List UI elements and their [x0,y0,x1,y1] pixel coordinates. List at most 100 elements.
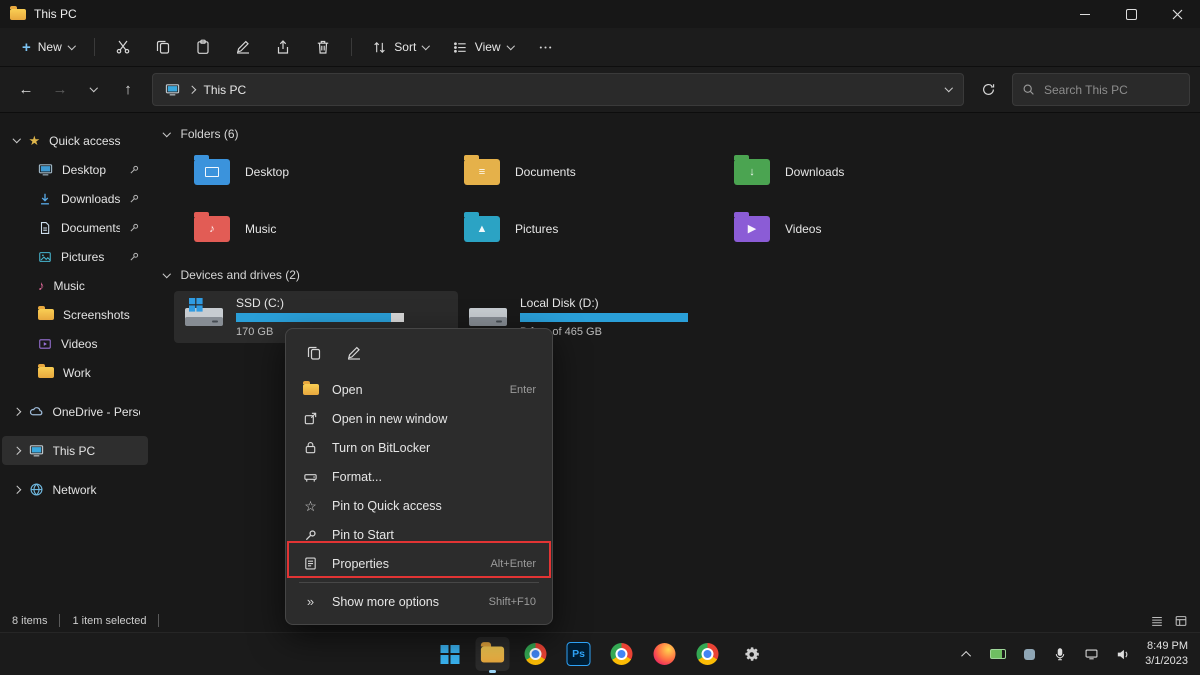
sidebar-item-quick-access[interactable]: ★ Quick access [2,126,148,155]
details-view-toggle-icon[interactable] [1174,614,1188,628]
folder-music[interactable]: ♪ Music [188,207,440,251]
sidebar-item-this-pc[interactable]: This PC [2,436,148,465]
folders-section-header[interactable]: Folders (6) [164,122,1200,146]
taskbar-browser-1[interactable] [519,637,553,671]
sidebar-item-label: This PC [53,444,141,458]
address-dropdown-icon[interactable] [944,84,952,92]
sidebar-item-onedrive[interactable]: OneDrive - Personal [2,397,148,426]
refresh-button[interactable] [972,75,1004,105]
search-icon [1022,83,1035,96]
breadcrumb[interactable]: This PC [204,83,247,97]
start-button[interactable] [433,637,467,671]
delete-button[interactable] [305,32,341,62]
address-bar[interactable]: This PC [152,73,964,106]
copy-quick-button[interactable] [298,339,330,367]
share-button[interactable] [265,32,301,62]
selection-count: 1 item selected [72,615,146,627]
copy-button[interactable] [145,32,181,62]
menu-item-bitlocker[interactable]: Turn on BitLocker [292,433,546,462]
pin-icon [129,164,140,175]
taskbar-browser-2[interactable] [605,637,639,671]
copy-icon [306,345,322,361]
folder-icon [38,309,54,320]
sidebar-item-desktop[interactable]: Desktop [2,155,148,184]
taskbar-settings[interactable] [734,637,768,671]
windows-logo-icon [440,645,459,664]
pictures-icon [38,250,52,264]
sidebar-item-pictures[interactable]: Pictures [2,242,148,271]
tray-microphone[interactable] [1046,639,1074,669]
format-drive-icon [303,469,318,484]
sidebar-item-label: Work [63,366,140,380]
tray-status-icon[interactable] [1015,639,1043,669]
titlebar: This PC [0,0,1200,28]
app-icon [10,9,26,20]
taskbar-photoshop[interactable]: Ps [562,637,596,671]
new-button[interactable]: + New [12,32,84,62]
view-label: View [475,40,501,54]
folder-downloads[interactable]: ↓ Downloads [728,150,980,194]
folder-pictures[interactable]: ▲ Pictures [458,207,710,251]
taskbar-browser-4[interactable] [691,637,725,671]
more-icon [538,40,553,55]
sort-button[interactable]: Sort [362,32,439,62]
recent-locations-button[interactable] [78,75,110,105]
menu-item-properties[interactable]: Properties Alt+Enter [292,549,546,578]
tray-volume[interactable] [1108,639,1136,669]
menu-item-format[interactable]: Format... [292,462,546,491]
quick-access-star-icon: ★ [29,134,41,147]
taskbar-file-explorer[interactable] [476,637,510,671]
folder-desktop[interactable]: Desktop [188,150,440,194]
minimize-button[interactable] [1062,0,1108,28]
drives-section-header[interactable]: Devices and drives (2) [164,263,1200,287]
folder-videos[interactable]: ▶ Videos [728,207,980,251]
forward-button[interactable]: → [44,75,76,105]
file-explorer-window: This PC + New [0,0,1200,675]
list-view-toggle-icon[interactable] [1150,614,1164,628]
menu-item-label: Show more options [332,595,476,609]
menu-item-show-more-options[interactable]: » Show more options Shift+F10 [292,587,546,616]
collapse-chevron-icon [13,135,21,143]
sidebar-item-documents[interactable]: Documents [2,213,148,242]
sidebar-item-downloads[interactable]: Downloads [2,184,148,213]
sidebar: ★ Quick access Desktop Downloads Documen… [0,112,150,608]
downloads-folder-icon: ↓ [734,159,770,185]
rename-button[interactable] [225,32,261,62]
menu-item-open[interactable]: Open Enter [292,375,546,404]
pin-icon [304,528,318,542]
taskbar-browser-3[interactable] [648,637,682,671]
menu-item-open-new-window[interactable]: Open in new window [292,404,546,433]
breadcrumb-chevron-icon [188,86,196,94]
lock-icon [303,440,318,455]
documents-folder-icon: ≡ [464,159,500,185]
search-input[interactable] [1042,82,1180,98]
sidebar-item-network[interactable]: Network [2,475,148,504]
sidebar-item-music[interactable]: ♪ Music [2,271,148,300]
cut-button[interactable] [105,32,141,62]
up-button[interactable]: ↑ [112,75,144,105]
view-button[interactable]: View [443,32,523,62]
tray-display[interactable] [1077,639,1105,669]
menu-item-pin-quick-access[interactable]: ☆ Pin to Quick access [292,491,546,520]
expand-chevron-icon [13,447,21,455]
sidebar-item-work[interactable]: Work [2,358,148,387]
menu-item-pin-start[interactable]: Pin to Start [292,520,546,549]
taskbar-clock[interactable]: 8:49 PM 3/1/2023 [1139,639,1196,669]
paste-button[interactable] [185,32,221,62]
sidebar-item-videos[interactable]: Videos [2,329,148,358]
more-options-button[interactable] [527,32,563,62]
sidebar-item-screenshots[interactable]: Screenshots [2,300,148,329]
close-button[interactable] [1154,0,1200,28]
hidden-icons-chevron[interactable] [953,639,981,669]
menu-item-label: Properties [332,557,477,571]
onedrive-cloud-icon [29,404,44,419]
drive-capacity-fill [236,313,391,322]
drive-name: SSD (C:) [236,296,404,310]
search-box[interactable] [1012,73,1190,106]
back-button[interactable]: ← [10,75,42,105]
rename-quick-button[interactable] [338,339,370,367]
maximize-button[interactable] [1108,0,1154,28]
folder-documents[interactable]: ≡ Documents [458,150,710,194]
tray-battery-status[interactable] [984,639,1012,669]
sidebar-item-label: Downloads [61,192,120,206]
